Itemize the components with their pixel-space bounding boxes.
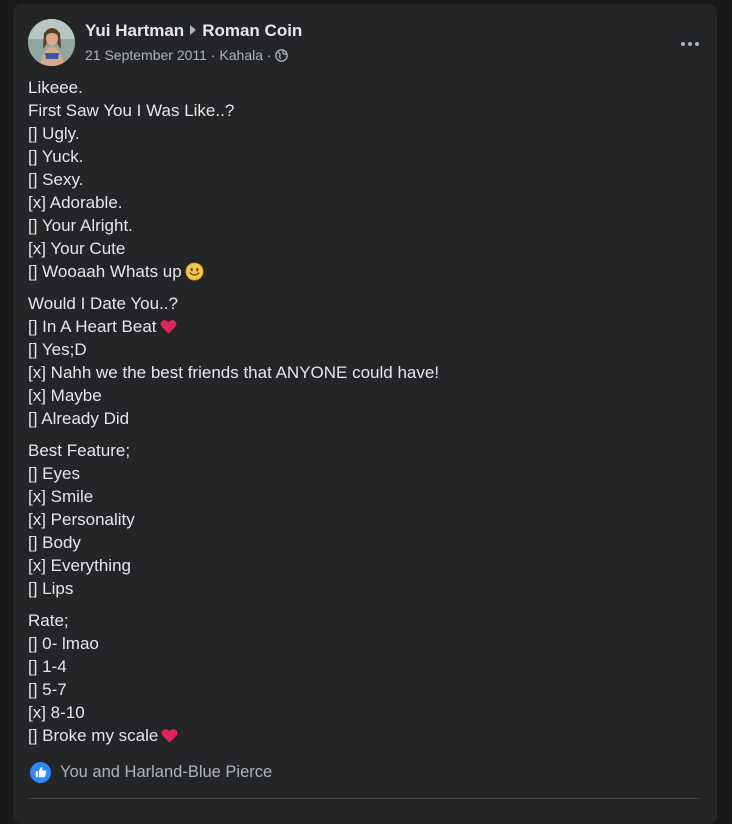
- text-line: [] 1-4: [28, 657, 67, 676]
- text-line: [] Ugly.: [28, 124, 80, 143]
- author-name[interactable]: Yui Hartman: [85, 21, 184, 40]
- text-line: [] 0- lmao: [28, 634, 99, 653]
- text-line: Would I Date You..?: [28, 294, 178, 313]
- text-line: [] Eyes: [28, 464, 80, 483]
- text-line: [] Lips: [28, 579, 74, 598]
- text-line-with-emoji: [] Broke my scale: [28, 724, 708, 747]
- text-line: [] In A Heart Beat: [28, 317, 157, 336]
- text-line: [] Your Alright.: [28, 216, 133, 235]
- reactions-text[interactable]: You and Harland-Blue Pierce: [60, 763, 272, 782]
- globe-icon[interactable]: [275, 49, 289, 65]
- text-line: [] Yuck.: [28, 147, 84, 166]
- arrow-right-icon: [190, 25, 197, 35]
- author-line: Yui Hartman Roman Coin: [85, 21, 302, 41]
- author-avatar[interactable]: [28, 19, 75, 66]
- text-line: [x] Maybe: [28, 386, 102, 405]
- text-line: [x] Everything: [28, 556, 131, 575]
- text-line: [x] Smile: [28, 487, 94, 506]
- post-card: Yui Hartman Roman Coin 21 September 2011 …: [13, 4, 717, 824]
- text-line: First Saw You I Was Like..?: [28, 101, 235, 120]
- post-meta: 21 September 2011 · Kahala ·: [85, 47, 289, 65]
- paragraph: Likeee. First Saw You I Was Like..? [] U…: [28, 76, 708, 283]
- post-header: Yui Hartman Roman Coin 21 September 2011 …: [28, 18, 708, 66]
- target-name[interactable]: Roman Coin: [202, 21, 302, 40]
- post-text: Likeee. First Saw You I Was Like..? [] U…: [28, 76, 708, 756]
- text-line: [] 5-7: [28, 680, 67, 699]
- more-options-button[interactable]: [672, 26, 708, 62]
- text-line: [] Sexy.: [28, 170, 84, 189]
- text-line: [] Already Did: [28, 409, 130, 428]
- divider: [28, 798, 700, 799]
- smile-emoji-icon: [185, 262, 204, 287]
- paragraph: Rate; [] 0- lmao [] 1-4 [] 5-7 [x] 8-10 …: [28, 609, 708, 747]
- meta-separator: ·: [266, 47, 272, 63]
- text-line: Rate;: [28, 611, 69, 630]
- text-line: [] Yes;D: [28, 340, 87, 359]
- text-line: [x] Nahh we the best friends that ANYONE…: [28, 363, 440, 382]
- text-line-with-emoji: [] Wooaah Whats up: [28, 260, 708, 283]
- meta-separator: ·: [210, 47, 216, 63]
- text-line: [] Body: [28, 533, 81, 552]
- text-line: [] Broke my scale: [28, 726, 159, 745]
- text-line: [x] Your Cute: [28, 239, 126, 258]
- text-line: Best Feature;: [28, 441, 131, 460]
- reactions-summary[interactable]: You and Harland-Blue Pierce: [30, 760, 272, 784]
- text-line: [x] Personality: [28, 510, 135, 529]
- text-line: [x] 8-10: [28, 703, 85, 722]
- text-line: [x] Adorable.: [28, 193, 123, 212]
- post-location[interactable]: Kahala: [219, 47, 263, 63]
- heart-emoji-icon: [161, 727, 178, 750]
- paragraph: Would I Date You..? [] In A Heart Beat […: [28, 292, 708, 430]
- text-line-with-emoji: [] In A Heart Beat: [28, 315, 708, 338]
- paragraph: Best Feature; [] Eyes [x] Smile [x] Pers…: [28, 439, 708, 600]
- text-line: [] Wooaah Whats up: [28, 262, 182, 281]
- heart-emoji-icon: [160, 318, 177, 341]
- like-icon: [30, 761, 51, 783]
- post-date[interactable]: 21 September 2011: [85, 47, 207, 63]
- text-line: Likeee.: [28, 78, 83, 97]
- more-options-icon: [681, 42, 685, 46]
